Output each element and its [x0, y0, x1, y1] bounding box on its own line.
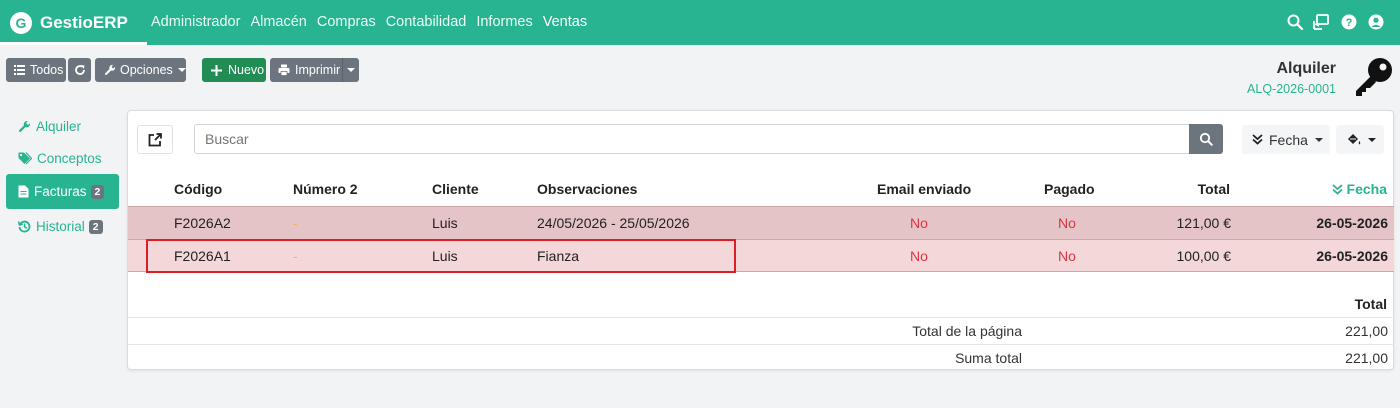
cell-email: No [910, 248, 928, 264]
cell-pagado: No [1058, 215, 1076, 231]
todos-label: Todos [30, 63, 64, 77]
totals-sum-value: 221,00 [1345, 350, 1388, 366]
search-input[interactable] [194, 124, 1190, 154]
tags-icon [18, 152, 32, 165]
menu-contabilidad[interactable]: Contabilidad [386, 14, 467, 31]
external-link-icon [148, 132, 162, 146]
svg-text:?: ? [1346, 17, 1353, 29]
totals-sum-row: Suma total 221,00 [128, 344, 1394, 370]
col-header-pagado[interactable]: Pagado [1044, 181, 1095, 197]
search-button[interactable] [1189, 124, 1223, 154]
file-invoice-icon [18, 185, 29, 198]
cell-email: No [910, 215, 928, 231]
cell-pagado: No [1058, 248, 1076, 264]
col-header-codigo[interactable]: Código [174, 181, 222, 197]
totals-header: Total [1354, 296, 1387, 312]
cell-observaciones: 24/05/2026 - 25/05/2026 [537, 215, 690, 231]
chevron-down-icon [1368, 137, 1376, 142]
imprimir-button[interactable]: Imprimir [270, 58, 343, 82]
cell-numero2: - [293, 215, 298, 231]
document-header: Alquiler ALQ-2026-0001 [1247, 60, 1336, 97]
refresh-icon [74, 65, 85, 75]
key-icon [1356, 58, 1392, 96]
brand-link[interactable]: G GestioERP [0, 0, 147, 45]
chevron-down-icon [347, 68, 355, 72]
totals-page-value: 221,00 [1345, 323, 1388, 339]
nuevo-button[interactable]: Nuevo [202, 58, 266, 82]
cell-fecha: 26-05-2026 [1316, 215, 1388, 231]
menu-compras[interactable]: Compras [317, 14, 376, 31]
search-icon [1199, 132, 1213, 146]
color-filter-dropdown[interactable] [1336, 125, 1384, 154]
main-menu: Administrador Almacén Compras Contabilid… [151, 14, 597, 31]
sidebar-item-label: Conceptos [37, 151, 102, 166]
search-icon[interactable] [1286, 13, 1304, 31]
fill-bucket-icon [1348, 133, 1361, 144]
top-navbar: G GestioERP Administrador Almacén Compra… [0, 0, 1400, 45]
cell-cliente: Luis [432, 215, 458, 231]
imprimir-dropdown-toggle[interactable] [342, 58, 359, 82]
table-row[interactable]: F2026A2 - Luis 24/05/2026 - 25/05/2026 N… [128, 206, 1394, 239]
brand-logo-icon: G [10, 12, 32, 34]
document-code: ALQ-2026-0001 [1247, 82, 1336, 96]
totals-sum-label: Suma total [955, 350, 1022, 366]
col-header-email[interactable]: Email enviado [877, 181, 971, 197]
opciones-label: Opciones [120, 63, 173, 77]
col-header-cliente[interactable]: Cliente [432, 181, 479, 197]
list-icon [14, 65, 25, 75]
remote-desktop-icon[interactable] [1312, 13, 1330, 31]
chevron-down-icon [1314, 137, 1323, 142]
brand-name: GestioERP [40, 13, 128, 32]
menu-almacen[interactable]: Almacén [250, 14, 306, 31]
opciones-dropdown[interactable]: Opciones [95, 58, 186, 82]
cell-fecha: 26-05-2026 [1316, 248, 1388, 264]
col-header-total[interactable]: Total [1198, 181, 1230, 197]
count-badge: 2 [88, 219, 103, 234]
refresh-button[interactable] [68, 58, 91, 82]
wrench-icon [104, 64, 116, 76]
menu-informes[interactable]: Informes [476, 14, 532, 31]
user-icon[interactable] [1367, 13, 1385, 31]
col-header-fecha-label: Fecha [1346, 181, 1387, 197]
chevron-down-icon [177, 68, 186, 72]
invoices-panel: Fecha Código Número 2 Cliente Observacio… [127, 110, 1394, 370]
cell-total: 100,00 € [1176, 248, 1232, 264]
menu-administrador[interactable]: Administrador [151, 14, 240, 31]
menu-ventas[interactable]: Ventas [543, 14, 587, 31]
sidebar-item-label: Alquiler [36, 119, 82, 134]
sidebar-item-label: Historial [36, 219, 85, 234]
sidebar-item-historial[interactable]: Historial 2 [6, 209, 119, 244]
cell-codigo[interactable]: F2026A2 [174, 207, 231, 240]
col-header-fecha[interactable]: Fecha [1331, 181, 1387, 197]
col-header-numero2[interactable]: Número 2 [293, 181, 358, 197]
sidebar-item-facturas[interactable]: Facturas 2 [6, 174, 119, 209]
count-badge: 2 [90, 184, 105, 199]
plus-icon [211, 64, 222, 76]
sort-desc-icon [1331, 183, 1343, 195]
imprimir-label: Imprimir [295, 63, 341, 77]
history-icon [18, 220, 31, 233]
sidebar-item-conceptos[interactable]: Conceptos [6, 141, 119, 176]
print-icon [278, 64, 290, 76]
nuevo-label: Nuevo [228, 63, 265, 77]
help-icon[interactable]: ? [1340, 13, 1358, 31]
cell-total: 121,00 € [1176, 215, 1232, 231]
totals-page-label: Total de la página [912, 323, 1022, 339]
open-external-button[interactable] [137, 125, 173, 154]
sidebar-item-label: Facturas [34, 184, 87, 199]
double-chevron-down-icon [1252, 134, 1263, 145]
todos-button[interactable]: Todos [6, 58, 66, 82]
sidebar-item-alquiler[interactable]: Alquiler [6, 109, 119, 144]
row-highlight-box [146, 239, 736, 273]
totals-page-row: Total de la página 221,00 [128, 317, 1394, 343]
sort-label: Fecha [1269, 131, 1308, 148]
sort-dropdown[interactable]: Fecha [1242, 125, 1330, 154]
wrench-icon [19, 120, 31, 132]
col-header-observaciones[interactable]: Observaciones [537, 181, 637, 197]
document-title: Alquiler [1276, 60, 1336, 77]
